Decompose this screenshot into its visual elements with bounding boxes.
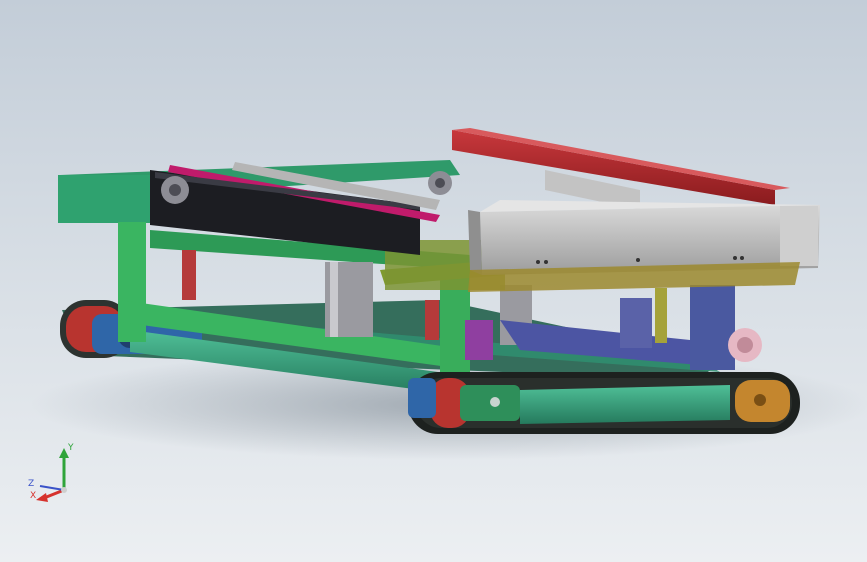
y-axis-label: Y bbox=[67, 443, 74, 453]
coordinate-triad: Y X Z bbox=[28, 443, 74, 502]
front-sprocket-plate bbox=[460, 385, 520, 421]
box-beam[interactable] bbox=[468, 200, 822, 292]
z-axis-line bbox=[39, 485, 65, 491]
graphics-viewport[interactable]: Y X Z bbox=[0, 0, 867, 562]
front-drive-motor[interactable] bbox=[408, 378, 436, 418]
x-axis-arrow-icon bbox=[36, 493, 48, 502]
front-track-assembly[interactable] bbox=[408, 372, 800, 434]
top-red-beam[interactable] bbox=[452, 128, 790, 210]
pivot-rod bbox=[182, 250, 196, 300]
assembly-model[interactable] bbox=[0, 0, 867, 562]
origin-point bbox=[61, 487, 67, 493]
control-box[interactable] bbox=[465, 320, 493, 360]
z-axis-label: Z bbox=[28, 479, 34, 489]
x-axis-label: X bbox=[30, 491, 36, 501]
x-axis-line bbox=[43, 488, 65, 500]
